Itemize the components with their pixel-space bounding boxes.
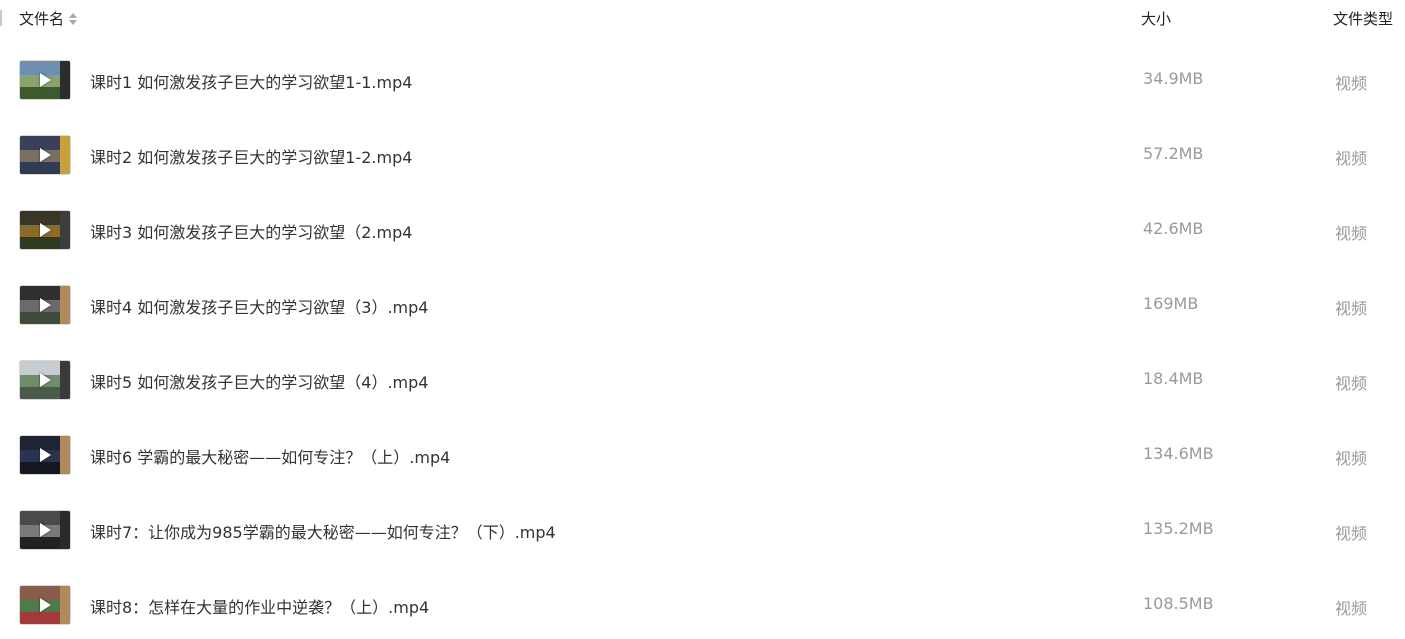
file-size: 34.9MB — [1143, 69, 1204, 88]
video-thumbnail[interactable] — [20, 511, 70, 549]
thumbnail-image-part — [60, 61, 70, 99]
file-type: 视频 — [1335, 224, 1368, 243]
header-divider — [0, 10, 2, 26]
file-type: 视频 — [1335, 449, 1368, 468]
file-type: 视频 — [1335, 74, 1368, 93]
file-type: 视频 — [1335, 299, 1368, 318]
file-row[interactable]: 课时4 如何激发孩子巨大的学习欲望（3）.mp4 169MB 视频 — [0, 267, 1405, 342]
file-name[interactable]: 课时6 学霸的最大秘密——如何专注？（上）.mp4 — [90, 444, 450, 468]
thumbnail-image-part — [60, 586, 70, 624]
thumbnail-image-part — [60, 361, 70, 399]
video-thumbnail[interactable] — [20, 361, 70, 399]
file-size: 108.5MB — [1143, 594, 1214, 613]
file-type: 视频 — [1335, 599, 1368, 618]
file-size: 169MB — [1143, 294, 1199, 313]
file-row[interactable]: 课时2 如何激发孩子巨大的学习欲望1-2.mp4 57.2MB 视频 — [0, 117, 1405, 192]
sort-icon[interactable] — [69, 12, 78, 25]
play-icon — [40, 448, 51, 462]
thumbnail-image-part — [60, 436, 70, 474]
file-name[interactable]: 课时2 如何激发孩子巨大的学习欲望1-2.mp4 — [90, 144, 412, 168]
file-size: 134.6MB — [1143, 444, 1214, 463]
video-thumbnail[interactable] — [20, 436, 70, 474]
file-size: 57.2MB — [1143, 144, 1204, 163]
thumbnail-image-part — [60, 211, 70, 249]
file-type: 视频 — [1335, 149, 1368, 168]
column-header-name-label: 文件名 — [19, 10, 65, 28]
column-header-name[interactable]: 文件名 — [19, 8, 78, 29]
thumbnail-image-part — [60, 286, 70, 324]
file-row[interactable]: 课时8：怎样在大量的作业中逆袭？（上）.mp4 108.5MB 视频 — [0, 567, 1405, 639]
file-row[interactable]: 课时3 如何激发孩子巨大的学习欲望（2.mp4 42.6MB 视频 — [0, 192, 1405, 267]
play-icon — [40, 373, 51, 387]
file-row[interactable]: 课时1 如何激发孩子巨大的学习欲望1-1.mp4 34.9MB 视频 — [0, 42, 1405, 117]
thumbnail-image-part — [60, 136, 70, 174]
video-thumbnail[interactable] — [20, 136, 70, 174]
file-name[interactable]: 课时7：让你成为985学霸的最大秘密——如何专注？（下）.mp4 — [90, 519, 556, 543]
play-icon — [40, 523, 51, 537]
video-thumbnail[interactable] — [20, 61, 70, 99]
play-icon — [40, 223, 51, 237]
thumbnail-image-part — [60, 511, 70, 549]
video-thumbnail[interactable] — [20, 586, 70, 624]
play-icon — [40, 148, 51, 162]
file-row[interactable]: 课时6 学霸的最大秘密——如何专注？（上）.mp4 134.6MB 视频 — [0, 417, 1405, 492]
column-header-size[interactable]: 大小 — [1141, 8, 1171, 29]
file-name[interactable]: 课时8：怎样在大量的作业中逆袭？（上）.mp4 — [90, 594, 429, 618]
file-size: 18.4MB — [1143, 369, 1204, 388]
file-name[interactable]: 课时3 如何激发孩子巨大的学习欲望（2.mp4 — [90, 219, 412, 243]
file-type: 视频 — [1335, 374, 1368, 393]
file-size: 135.2MB — [1143, 519, 1214, 538]
file-table: 文件名 大小 文件类型 课时1 如何激发孩子巨大的学习欲望1-1.mp4 34.9… — [0, 0, 1405, 639]
file-row[interactable]: 课时7：让你成为985学霸的最大秘密——如何专注？（下）.mp4 135.2MB 视… — [0, 492, 1405, 567]
column-header-type[interactable]: 文件类型 — [1333, 8, 1393, 29]
video-thumbnail[interactable] — [20, 211, 70, 249]
play-icon — [40, 73, 51, 87]
file-size: 42.6MB — [1143, 219, 1204, 238]
play-icon — [40, 598, 51, 612]
file-name[interactable]: 课时5 如何激发孩子巨大的学习欲望（4）.mp4 — [90, 369, 428, 393]
video-thumbnail[interactable] — [20, 286, 70, 324]
file-row[interactable]: 课时5 如何激发孩子巨大的学习欲望（4）.mp4 18.4MB 视频 — [0, 342, 1405, 417]
file-name[interactable]: 课时1 如何激发孩子巨大的学习欲望1-1.mp4 — [90, 69, 412, 93]
table-header: 文件名 大小 文件类型 — [0, 0, 1405, 36]
play-icon — [40, 298, 51, 312]
file-name[interactable]: 课时4 如何激发孩子巨大的学习欲望（3）.mp4 — [90, 294, 428, 318]
file-type: 视频 — [1335, 524, 1368, 543]
